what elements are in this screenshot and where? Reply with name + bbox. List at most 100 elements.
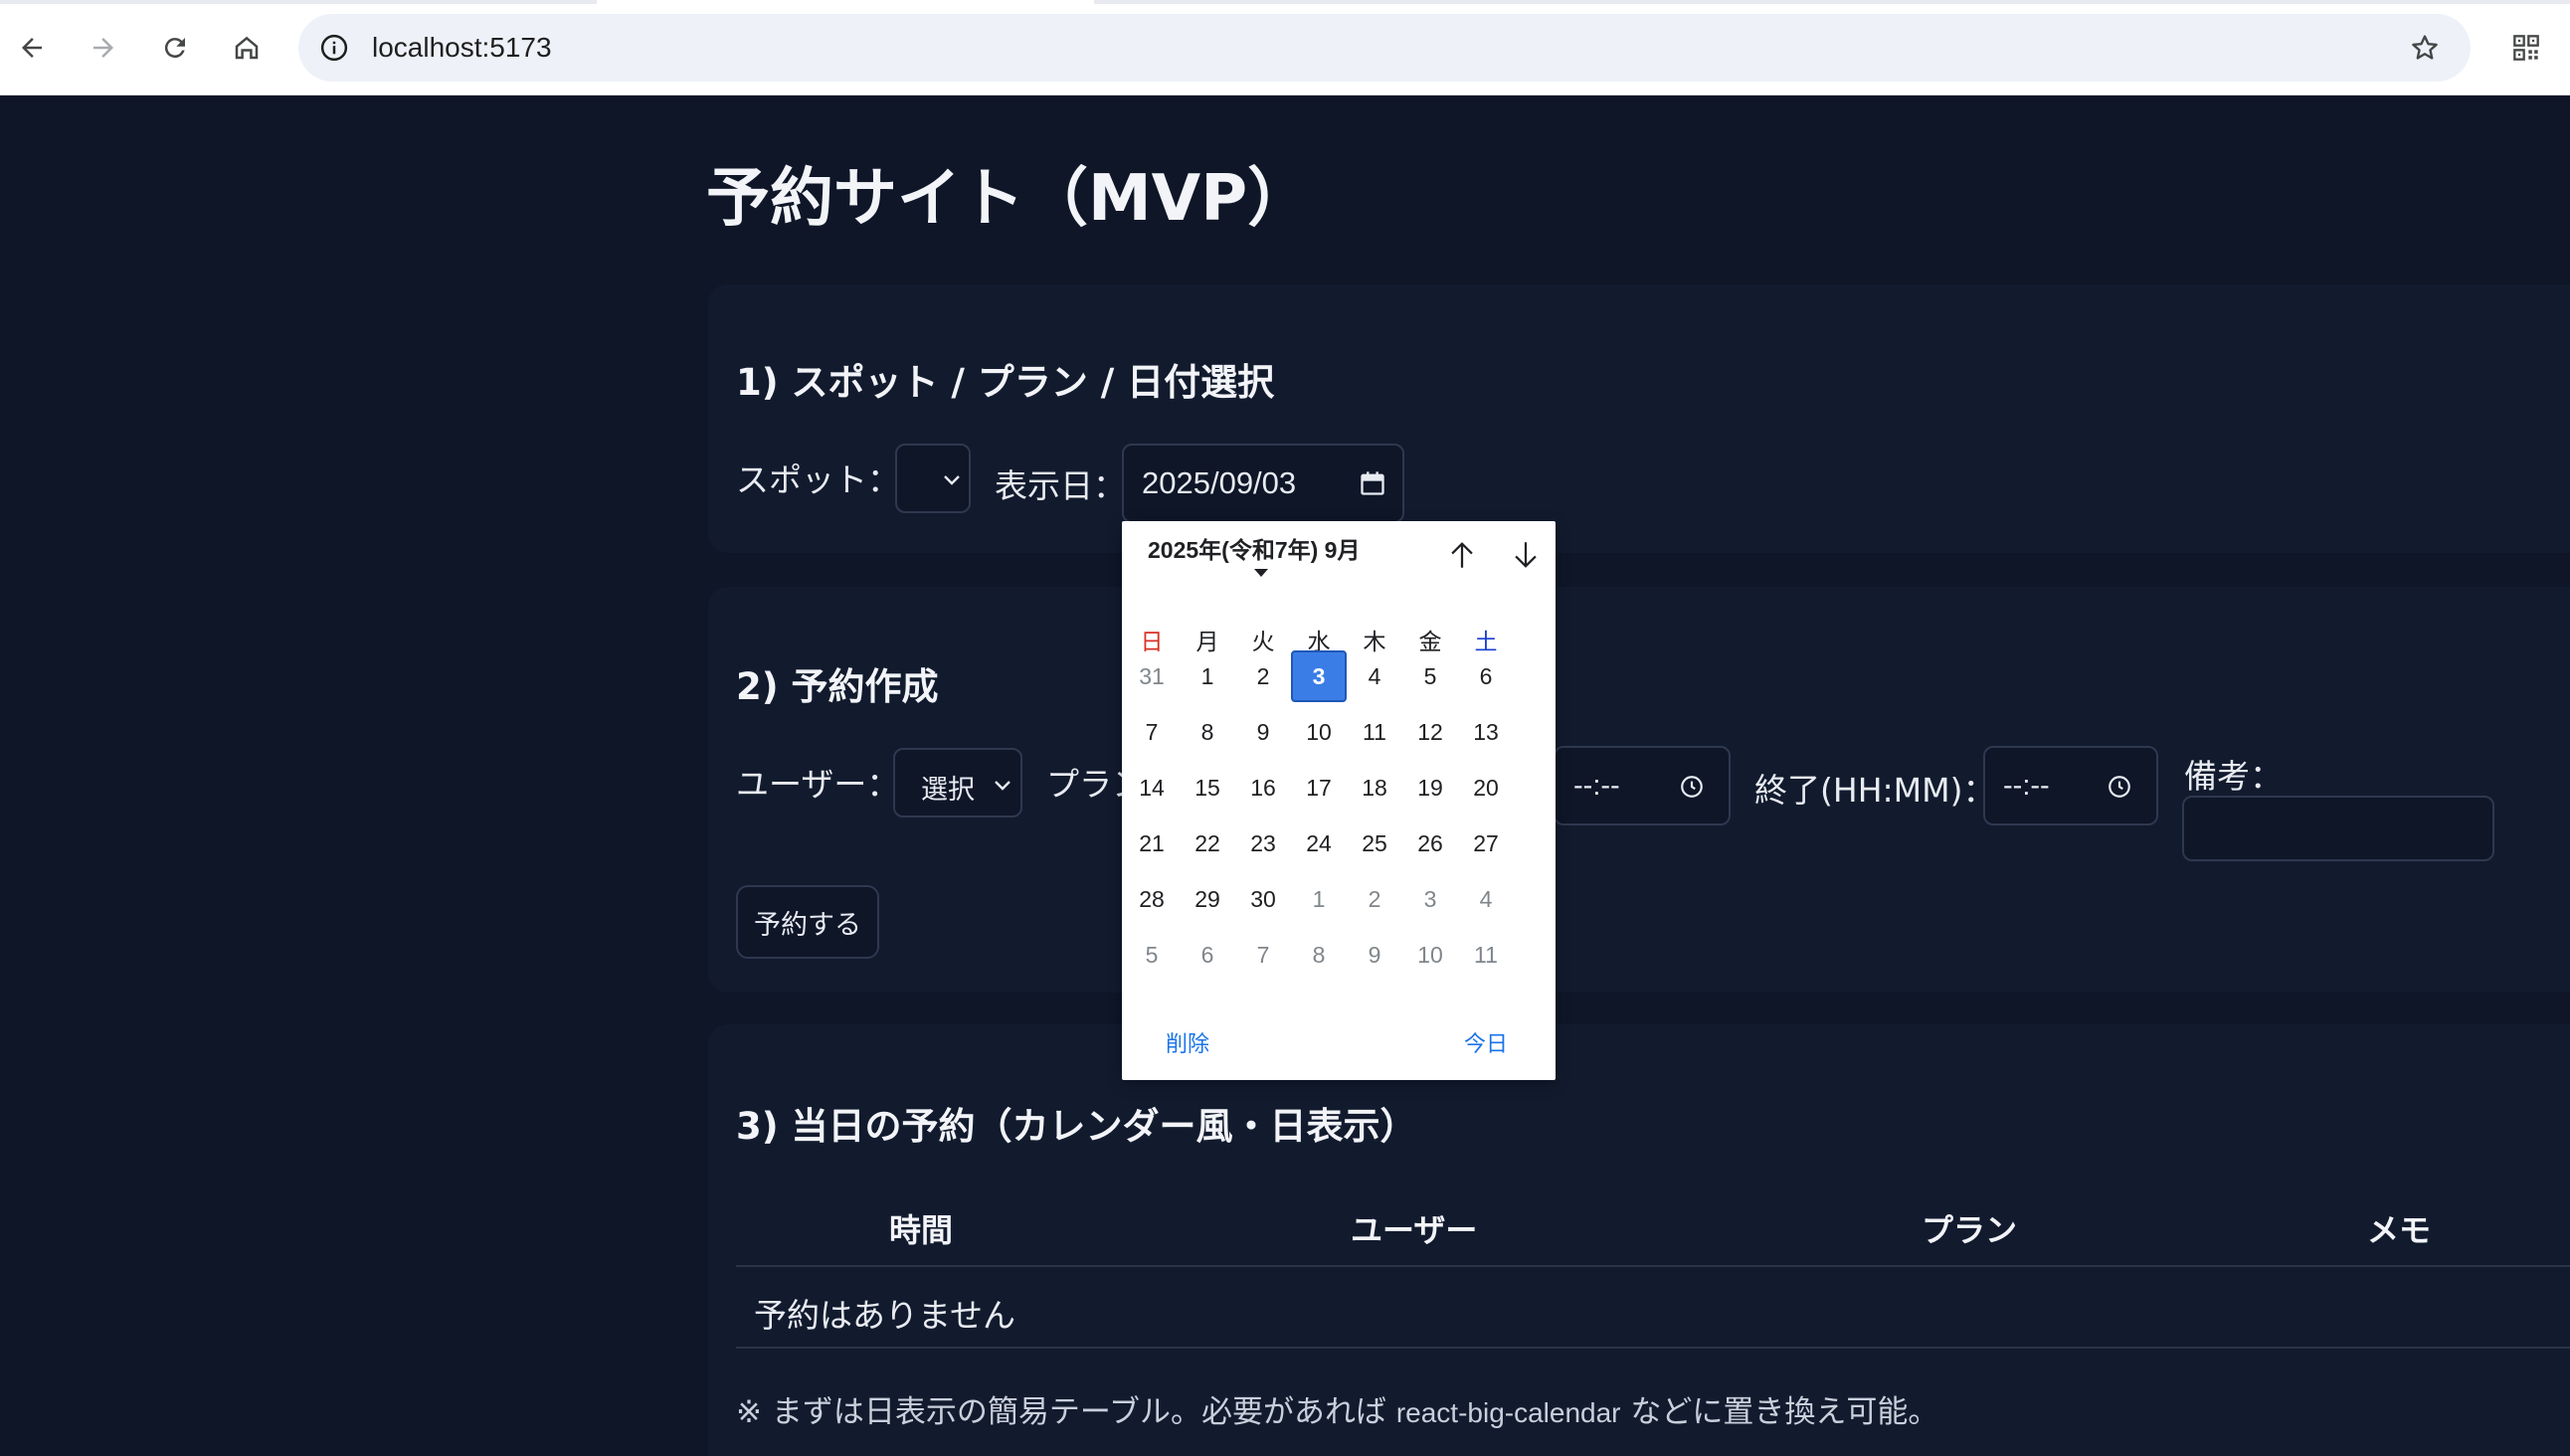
calendar-day[interactable]: 28 bbox=[1124, 873, 1180, 925]
calendar-day-outside-month[interactable]: 5 bbox=[1124, 929, 1180, 981]
start-time-input[interactable]: --:-- bbox=[1554, 746, 1731, 825]
month-dropdown-caret[interactable] bbox=[1254, 569, 1268, 577]
home-button[interactable] bbox=[223, 24, 271, 72]
calendar-day-selected[interactable]: 3 bbox=[1291, 650, 1347, 702]
column-header-time: 時間 bbox=[889, 1211, 954, 1249]
arrow-up-icon bbox=[1451, 542, 1473, 568]
calendar-day-outside-month[interactable]: 6 bbox=[1180, 929, 1235, 981]
calendar-day[interactable]: 7 bbox=[1124, 706, 1180, 758]
calendar-day[interactable]: 9 bbox=[1235, 706, 1291, 758]
user-label: ユーザー： bbox=[736, 765, 900, 804]
calendar-day-outside-month[interactable]: 4 bbox=[1458, 873, 1514, 925]
end-time-value: --:-- bbox=[2003, 770, 2050, 802]
column-header-plan: プラン bbox=[1922, 1211, 2018, 1249]
back-button[interactable] bbox=[8, 24, 56, 72]
site-info-button[interactable] bbox=[316, 30, 352, 66]
calendar-day-outside-month[interactable]: 7 bbox=[1235, 929, 1291, 981]
calendar-day[interactable]: 29 bbox=[1180, 873, 1235, 925]
section-2-title: 2) 予約作成 bbox=[736, 665, 939, 708]
calendar-day[interactable]: 2 bbox=[1235, 650, 1291, 702]
month-year-label[interactable]: 2025年(令和7年) 9月 bbox=[1148, 531, 1360, 565]
reserve-button[interactable]: 予約する bbox=[736, 885, 879, 959]
previous-month-button[interactable] bbox=[1440, 533, 1484, 577]
reload-icon bbox=[164, 38, 185, 59]
calendar-day-outside-month[interactable]: 10 bbox=[1402, 929, 1458, 981]
clock-icon[interactable] bbox=[2107, 774, 2132, 800]
calendar-day-outside-month[interactable]: 1 bbox=[1291, 873, 1347, 925]
browser-toolbar: localhost:5173 bbox=[0, 0, 2570, 95]
spot-plan-date-card bbox=[708, 284, 2570, 553]
section-1-title: 1) スポット / プラン / 日付選択 bbox=[736, 361, 1275, 404]
url-text: localhost:5173 bbox=[372, 32, 552, 63]
calendar-day[interactable]: 26 bbox=[1402, 818, 1458, 869]
calendar-day[interactable]: 13 bbox=[1458, 706, 1514, 758]
chevron-down-icon bbox=[995, 781, 1010, 791]
clock-icon[interactable] bbox=[1679, 774, 1705, 800]
address-bar[interactable]: localhost:5173 bbox=[298, 14, 2471, 82]
section-3-title: 3) 当日の予約（カレンダー風・日表示） bbox=[736, 1105, 1417, 1148]
calendar-day[interactable]: 21 bbox=[1124, 818, 1180, 869]
calendar-day[interactable]: 4 bbox=[1347, 650, 1402, 702]
calendar-day[interactable]: 12 bbox=[1402, 706, 1458, 758]
calendar-day[interactable]: 25 bbox=[1347, 818, 1402, 869]
calendar-day[interactable]: 24 bbox=[1291, 818, 1347, 869]
date-input-value: 2025/09/03 bbox=[1142, 465, 1297, 500]
memo-input[interactable] bbox=[2182, 796, 2494, 861]
calendar-day[interactable]: 6 bbox=[1458, 650, 1514, 702]
calendar-day[interactable]: 19 bbox=[1402, 762, 1458, 814]
calendar-day[interactable]: 18 bbox=[1347, 762, 1402, 814]
calendar-day[interactable]: 14 bbox=[1124, 762, 1180, 814]
back-arrow-icon bbox=[22, 38, 42, 58]
chevron-down-icon bbox=[944, 475, 960, 485]
calendar-day-outside-month[interactable]: 31 bbox=[1124, 650, 1180, 702]
today-button[interactable]: 今日 bbox=[1464, 1026, 1508, 1058]
calendar-day-outside-month[interactable]: 8 bbox=[1291, 929, 1347, 981]
bookmark-button[interactable] bbox=[2405, 28, 2445, 68]
calendar-day[interactable]: 5 bbox=[1402, 650, 1458, 702]
empty-reservations-message: 予約はありません bbox=[754, 1296, 1016, 1335]
footnote-prefix: ※ まずは日表示の簡易テーブル。必要があれば bbox=[736, 1394, 1396, 1430]
calendar-day[interactable]: 22 bbox=[1180, 818, 1235, 869]
table-header-divider bbox=[736, 1265, 2570, 1267]
calendar-day[interactable]: 27 bbox=[1458, 818, 1514, 869]
calendar-day[interactable]: 16 bbox=[1235, 762, 1291, 814]
memo-label: 備考： bbox=[2184, 757, 2283, 796]
reload-button[interactable] bbox=[151, 24, 199, 72]
date-input[interactable]: 2025/09/03 bbox=[1122, 444, 1404, 523]
user-select[interactable]: 選択 bbox=[893, 748, 1022, 818]
clear-date-button[interactable]: 削除 bbox=[1166, 1026, 1209, 1058]
calendar-day[interactable]: 1 bbox=[1180, 650, 1235, 702]
end-time-label: 終了(HH:MM)： bbox=[1754, 771, 1996, 810]
qr-code-button[interactable] bbox=[2504, 26, 2548, 70]
qr-code-icon bbox=[2513, 35, 2539, 61]
info-icon bbox=[320, 34, 348, 62]
calendar-day[interactable]: 15 bbox=[1180, 762, 1235, 814]
start-time-value: --:-- bbox=[1573, 770, 1620, 802]
table-row-divider bbox=[736, 1347, 2570, 1349]
footnote: ※ まずは日表示の簡易テーブル。必要があれば react-big-calenda… bbox=[736, 1386, 1938, 1431]
calendar-day[interactable]: 30 bbox=[1235, 873, 1291, 925]
footnote-library: react-big-calendar bbox=[1395, 1397, 1621, 1428]
column-header-user: ユーザー bbox=[1351, 1211, 1478, 1249]
forward-button[interactable] bbox=[80, 24, 127, 72]
home-icon bbox=[235, 36, 259, 60]
calendar-day-outside-month[interactable]: 2 bbox=[1347, 873, 1402, 925]
next-month-button[interactable] bbox=[1504, 533, 1548, 577]
forward-arrow-icon bbox=[93, 38, 113, 58]
calendar-day[interactable]: 20 bbox=[1458, 762, 1514, 814]
calendar-day-outside-month[interactable]: 11 bbox=[1458, 929, 1514, 981]
calendar-day[interactable]: 10 bbox=[1291, 706, 1347, 758]
calendar-icon[interactable] bbox=[1359, 469, 1386, 497]
tab-strip-edge bbox=[1094, 0, 2570, 4]
calendar-day[interactable]: 23 bbox=[1235, 818, 1291, 869]
calendar-day-outside-month[interactable]: 9 bbox=[1347, 929, 1402, 981]
calendar-day[interactable]: 8 bbox=[1180, 706, 1235, 758]
tab-strip-edge bbox=[0, 0, 597, 4]
calendar-day[interactable]: 17 bbox=[1291, 762, 1347, 814]
star-icon bbox=[2412, 35, 2438, 60]
calendar-day-outside-month[interactable]: 3 bbox=[1402, 873, 1458, 925]
arrow-down-icon bbox=[1515, 542, 1537, 568]
end-time-input[interactable]: --:-- bbox=[1983, 746, 2158, 825]
calendar-day[interactable]: 11 bbox=[1347, 706, 1402, 758]
spot-select[interactable] bbox=[895, 444, 971, 513]
